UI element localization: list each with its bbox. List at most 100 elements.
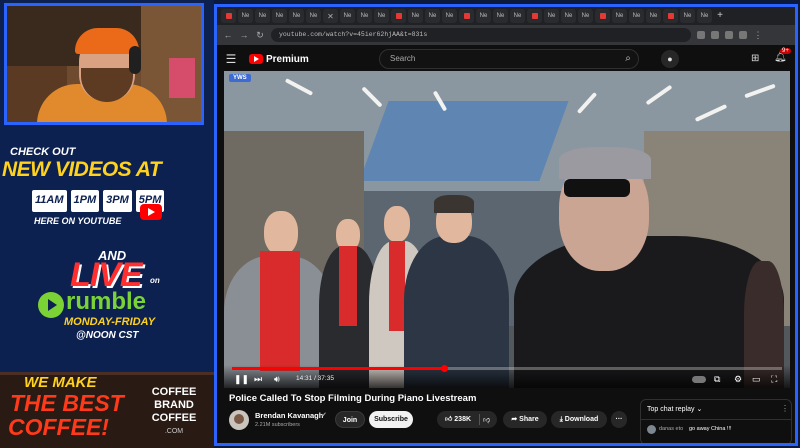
browser-tab[interactable]: Ne — [493, 9, 508, 23]
coffee-ad-line3-text: COFFEE! — [8, 414, 109, 440]
browser-tab[interactable]: Ne — [289, 9, 304, 23]
video-player[interactable]: YWS — [224, 71, 790, 388]
reload-icon[interactable]: ↻ — [255, 30, 265, 41]
tab-close-icon[interactable]: ✕ — [327, 12, 334, 21]
autoplay-toggle[interactable] — [692, 376, 706, 383]
tab-favicon-icon — [225, 13, 232, 19]
browser-tab[interactable] — [527, 9, 542, 23]
browser-tab[interactable] — [221, 9, 236, 23]
progress-bar[interactable] — [232, 365, 782, 372]
tab-label: Ne — [700, 13, 709, 19]
youtube-play-icon — [249, 54, 263, 64]
like-divider — [479, 414, 480, 425]
chat-menu-icon[interactable]: ⋮ — [781, 404, 789, 413]
notification-count-badge: 9+ — [780, 48, 791, 54]
browser-tab[interactable]: Ne — [306, 9, 321, 23]
browser-tab[interactable] — [391, 9, 406, 23]
thumbs-down-icon[interactable]: 👎︎ — [483, 415, 490, 424]
on-text: on — [150, 276, 160, 285]
chevron-down-icon: ⌄ — [696, 406, 703, 413]
tab-label: Ne — [683, 13, 692, 19]
webcam-feed — [4, 3, 204, 125]
browser-tab[interactable]: ✕ — [323, 9, 338, 23]
subscribe-button[interactable]: Subscribe — [369, 411, 413, 428]
channel-avatar[interactable] — [229, 410, 249, 430]
scrubber-handle[interactable] — [441, 365, 449, 372]
tab-label: Ne — [632, 13, 641, 19]
youtube-home-logo[interactable]: Premium — [249, 54, 309, 65]
extension-icon[interactable] — [711, 31, 719, 39]
browser-menu-icon[interactable]: ⋮ — [753, 30, 763, 41]
subscriber-count: 2.21M subscribers — [255, 422, 300, 428]
browser-tab[interactable]: Ne — [408, 9, 423, 23]
fullscreen-icon[interactable]: ⛶ — [771, 374, 777, 385]
join-button[interactable]: Join — [335, 411, 365, 428]
browser-tab[interactable]: Ne — [340, 9, 355, 23]
miniplayer-icon[interactable]: ▭ — [752, 374, 761, 385]
browser-tab[interactable] — [595, 9, 610, 23]
share-button[interactable]: ➦ Share — [503, 411, 547, 428]
menu-icon[interactable]: ☰ — [217, 52, 245, 66]
browser-tab[interactable]: Ne — [272, 9, 287, 23]
tab-label: Ne — [615, 13, 624, 19]
tab-label: Ne — [496, 13, 505, 19]
browser-tab[interactable]: Ne — [357, 9, 372, 23]
more-actions-button[interactable]: ··· — [611, 411, 627, 428]
brand-line: COFFEE — [151, 412, 197, 424]
browser-tab[interactable] — [663, 9, 678, 23]
new-tab-button[interactable]: + — [714, 10, 726, 22]
browser-tab[interactable]: Ne — [544, 9, 559, 23]
tab-label: Ne — [581, 13, 590, 19]
schedule-time-text: @NOON CST — [76, 330, 139, 341]
tab-favicon-icon — [395, 13, 402, 19]
tab-favicon-icon — [531, 13, 538, 19]
browser-tab[interactable]: Ne — [442, 9, 457, 23]
browser-tab[interactable]: Ne — [629, 9, 644, 23]
next-icon[interactable]: ⏭︎ — [254, 374, 262, 385]
address-bar-row: ← → ↻ youtube.com/watch?v=45ier62hjAA&t=… — [217, 25, 795, 45]
pause-icon[interactable]: ❚❚ — [234, 374, 249, 385]
settings-gear-icon[interactable]: ⚙ — [734, 374, 742, 385]
extension-icon[interactable] — [725, 31, 733, 39]
forward-arrow-icon[interactable]: → — [239, 30, 249, 40]
headset-icon — [129, 46, 141, 74]
create-video-icon[interactable]: ⊞ — [751, 53, 759, 64]
browser-tab[interactable]: Ne — [680, 9, 695, 23]
channel-name[interactable]: Brendan Kavanagh — [255, 411, 323, 420]
man-sunglasses-hair — [559, 147, 651, 179]
browser-tab[interactable]: Ne — [476, 9, 491, 23]
browser-tab[interactable]: Ne — [238, 9, 253, 23]
tab-favicon-icon — [667, 13, 674, 19]
tab-label: Ne — [649, 13, 658, 19]
browser-tab[interactable]: Ne — [578, 9, 593, 23]
extension-icon[interactable] — [697, 31, 705, 39]
tab-label: Ne — [513, 13, 522, 19]
sunglasses — [564, 179, 630, 197]
tab-label: Ne — [343, 13, 352, 19]
captions-icon[interactable]: ⧉ — [714, 374, 720, 385]
browser-tab[interactable]: Ne — [374, 9, 389, 23]
chat-username[interactable]: danas eto — [659, 426, 683, 432]
browser-tab[interactable]: Ne — [646, 9, 661, 23]
browser-tab[interactable]: Ne — [255, 9, 270, 23]
tab-label: Ne — [547, 13, 556, 19]
chat-mode-dropdown[interactable]: Top chat replay ⌄ — [647, 405, 702, 413]
share-icon: ➦ — [511, 416, 518, 423]
coffee-brand-logo: COFFEE BRAND COFFEE — [144, 386, 204, 425]
search-icon[interactable]: ⌕ — [617, 50, 639, 68]
browser-tab[interactable]: Ne — [612, 9, 627, 23]
extension-icon[interactable] — [739, 31, 747, 39]
browser-tab[interactable]: Ne — [697, 9, 712, 23]
back-arrow-icon[interactable]: ← — [223, 30, 233, 40]
search-input[interactable]: Search — [379, 49, 639, 69]
browser-tab[interactable] — [459, 9, 474, 23]
share-label: Share — [519, 416, 539, 423]
volume-icon[interactable]: 🔊︎ — [274, 374, 280, 385]
browser-tab[interactable]: Ne — [510, 9, 525, 23]
download-button[interactable]: ⤓ Download — [551, 411, 607, 428]
url-input[interactable]: youtube.com/watch?v=45ier62hjAA&t=831s — [271, 28, 691, 42]
browser-tab[interactable]: Ne — [425, 9, 440, 23]
chat-user-avatar[interactable] — [647, 425, 656, 434]
microphone-icon[interactable]: ● — [661, 50, 679, 68]
browser-tab[interactable]: Ne — [561, 9, 576, 23]
